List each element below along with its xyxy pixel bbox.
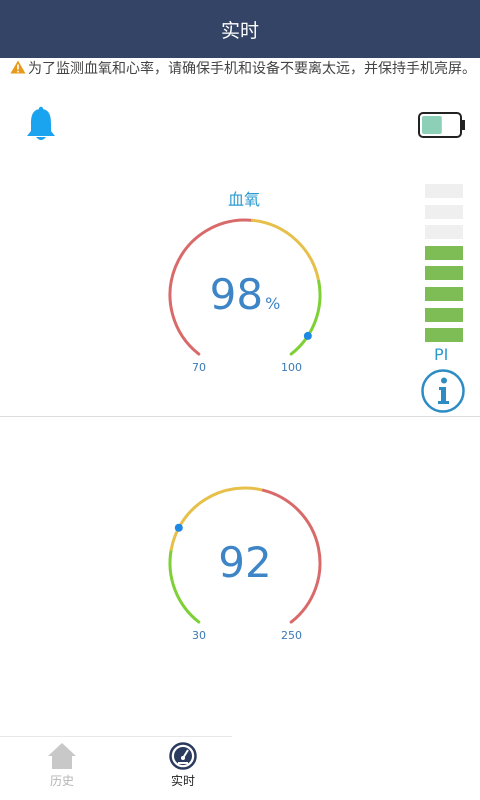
pi-bar xyxy=(425,266,463,281)
pi-bar xyxy=(425,307,463,322)
home-icon xyxy=(48,743,76,769)
section-divider xyxy=(0,416,480,417)
pi-bar xyxy=(425,245,463,260)
spo2-value: 98 xyxy=(209,270,264,319)
tab-bar-divider xyxy=(0,736,232,737)
pi-bar xyxy=(425,204,463,219)
tab-history-label: 历史 xyxy=(49,774,74,788)
pi-bar xyxy=(425,225,463,240)
heart-reading: 92 xyxy=(190,538,300,587)
pi-label: PI xyxy=(434,345,449,364)
spo2-max-label: 100 xyxy=(281,361,302,374)
page-title: 实时 xyxy=(220,19,259,42)
tab-history[interactable]: 历史 xyxy=(22,742,102,789)
header-bar: 实时 xyxy=(0,0,480,58)
pi-bar xyxy=(425,328,463,343)
bell-icon[interactable] xyxy=(24,106,58,142)
battery-icon xyxy=(418,112,465,138)
spo2-unit: % xyxy=(265,294,281,313)
heart-marker xyxy=(174,523,183,532)
pi-bar-indicator xyxy=(425,184,463,349)
tab-realtime[interactable]: 实时 xyxy=(143,742,223,789)
heart-min-label: 30 xyxy=(192,629,206,642)
notice-text: 为了监测血氧和心率，请确保手机和设备不要离太远，并保持手机亮屏。 xyxy=(28,61,476,77)
speedometer-icon xyxy=(169,742,197,770)
spo2-reading: 98% xyxy=(190,270,300,319)
notice-banner: 为了监测血氧和心率，请确保手机和设备不要离太远，并保持手机亮屏。 xyxy=(10,60,476,78)
spo2-marker xyxy=(303,331,312,340)
heart-value: 92 xyxy=(218,538,272,587)
warning-icon xyxy=(10,60,26,74)
tab-realtime-label: 实时 xyxy=(170,774,195,788)
heart-max-label: 250 xyxy=(281,629,302,642)
pi-bar xyxy=(425,184,463,198)
info-icon[interactable] xyxy=(420,368,466,414)
spo2-min-label: 70 xyxy=(192,361,206,374)
spo2-title: 血氧 xyxy=(227,190,260,209)
pi-bar xyxy=(425,286,463,301)
